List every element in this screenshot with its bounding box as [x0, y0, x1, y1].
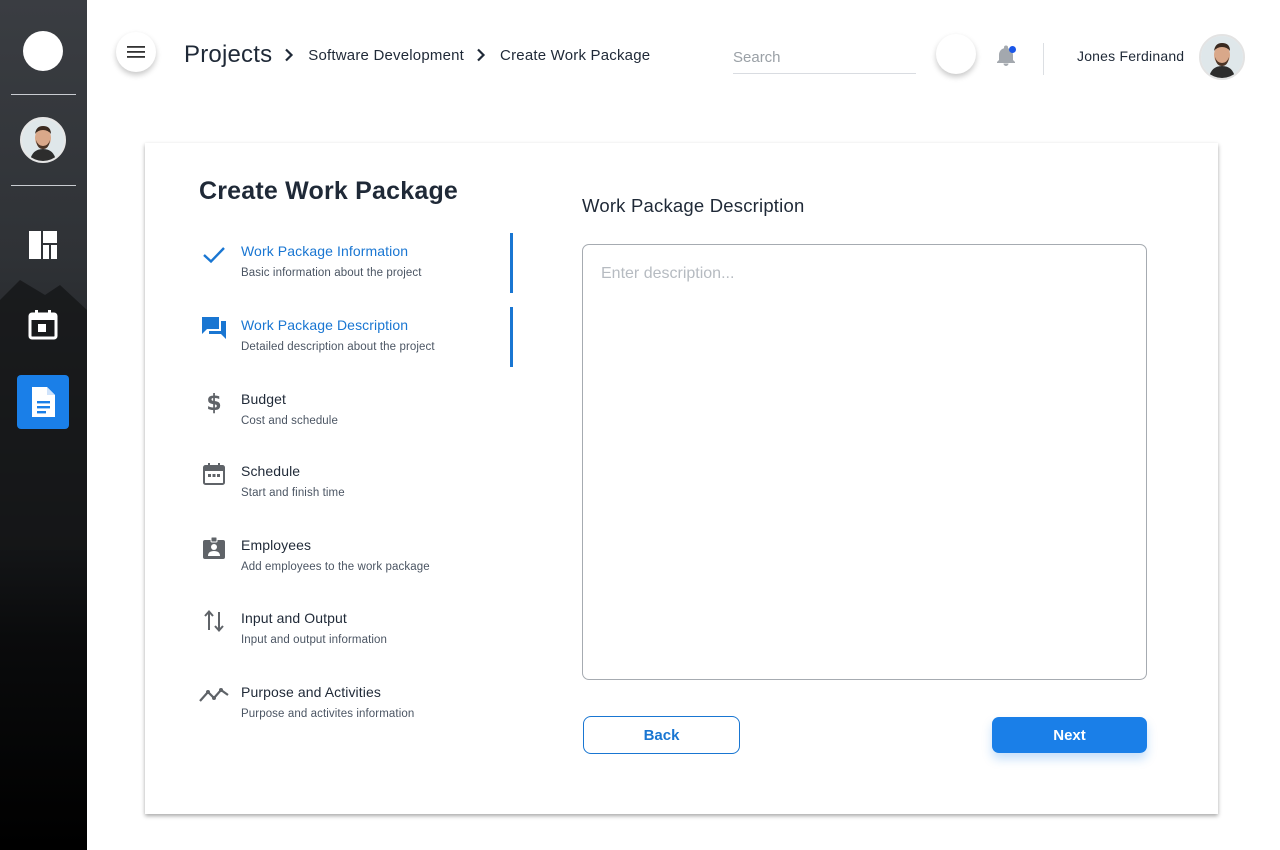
back-button[interactable]: Back [583, 716, 740, 754]
dashboard-icon [29, 231, 57, 259]
hamburger-icon [127, 46, 145, 58]
step-title: Work Package Information [241, 243, 409, 259]
step-title: Budget [241, 391, 286, 407]
check-icon [199, 239, 229, 269]
step-title: Purpose and Activities [241, 684, 381, 700]
search-input[interactable] [733, 42, 916, 74]
create-work-package-card: Create Work Package Work Package Informa… [145, 143, 1218, 814]
step-purpose-and-activities[interactable]: Purpose and Activities Purpose and activ… [199, 674, 513, 734]
breadcrumb-create-work-package: Create Work Package [500, 46, 651, 64]
breadcrumb-software-development[interactable]: Software Development [308, 47, 464, 64]
avatar-face-icon [22, 119, 64, 161]
step-subtitle: Basic information about the project [241, 267, 422, 279]
notification-dot [1009, 46, 1016, 53]
theme-toggle-button[interactable] [936, 34, 976, 74]
step-budget[interactable]: $ Budget Cost and schedule [199, 381, 513, 441]
step-subtitle: Add employees to the work package [241, 561, 430, 573]
sidebar [0, 0, 87, 850]
header-divider [1043, 43, 1044, 75]
dollar-icon: $ [199, 387, 229, 417]
sidebar-divider [11, 185, 76, 186]
step-title: Input and Output [241, 610, 347, 626]
chevron-right-icon [284, 48, 294, 62]
menu-button[interactable] [116, 32, 156, 72]
swap-icon [199, 606, 229, 636]
description-textarea[interactable] [582, 244, 1147, 680]
step-subtitle: Cost and schedule [241, 415, 338, 427]
card-title: Create Work Package [199, 177, 459, 205]
badge-icon [199, 533, 229, 563]
chevron-right-icon [476, 48, 486, 62]
sidebar-divider [11, 94, 76, 95]
step-subtitle: Input and output information [241, 634, 388, 646]
step-input-and-output[interactable]: Input and Output Input and output inform… [199, 600, 513, 660]
svg-text:$: $ [206, 391, 221, 415]
step-active-indicator [510, 233, 513, 293]
calendar-icon [28, 310, 58, 340]
app-logo[interactable] [23, 31, 63, 71]
step-work-package-information[interactable]: Work Package Information Basic informati… [199, 233, 513, 293]
document-icon [32, 387, 55, 417]
step-schedule[interactable]: Schedule Start and finish time [199, 453, 513, 513]
step-title: Work Package Description [241, 317, 409, 333]
chat-icon [199, 313, 229, 343]
sidebar-item-documents[interactable] [17, 375, 69, 429]
breadcrumb: Projects Software Development Create Wor… [184, 38, 650, 72]
sidebar-item-dashboard[interactable] [17, 218, 69, 272]
breadcrumb-projects[interactable]: Projects [184, 41, 272, 69]
step-subtitle: Purpose and activites information [241, 708, 415, 720]
sidebar-avatar[interactable] [20, 117, 66, 163]
description-section-title: Work Package Description [582, 195, 805, 216]
step-employees[interactable]: Employees Add employees to the work pack… [199, 527, 513, 587]
avatar-face-icon [1201, 36, 1243, 78]
user-name[interactable]: Jones Ferdinand [1077, 48, 1184, 64]
sidebar-item-calendar[interactable] [17, 298, 69, 352]
step-active-indicator [510, 307, 513, 367]
step-title: Schedule [241, 463, 301, 479]
calendar-icon [199, 459, 229, 489]
step-title: Employees [241, 537, 312, 553]
next-button[interactable]: Next [992, 717, 1147, 753]
user-avatar[interactable] [1199, 34, 1245, 80]
step-work-package-description[interactable]: Work Package Description Detailed descri… [199, 307, 513, 367]
trend-icon [199, 680, 229, 710]
step-subtitle: Start and finish time [241, 487, 345, 499]
step-subtitle: Detailed description about the project [241, 341, 435, 353]
